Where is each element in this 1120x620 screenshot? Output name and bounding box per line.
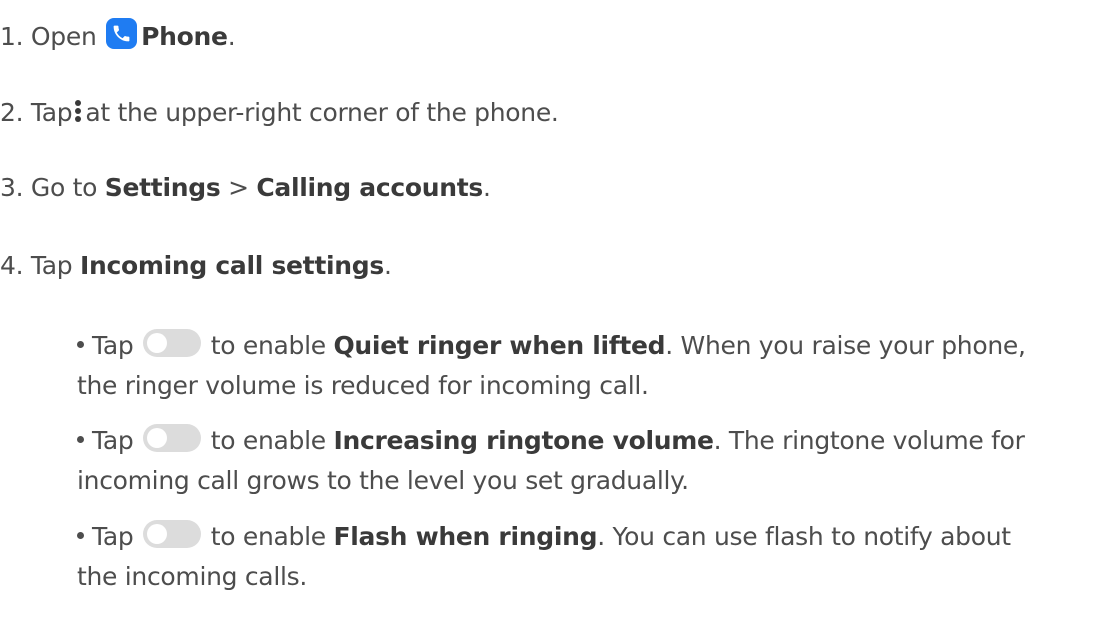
step-1: 1. Open Phone. [0, 18, 236, 53]
step-punct: . [483, 173, 491, 202]
phone-app-icon [106, 18, 138, 49]
bullet-text-rest: . The ringtone volume for [713, 426, 1025, 455]
step-number: 3. [0, 173, 24, 202]
bullet-text-line2: incoming call grows to the level you set… [77, 466, 689, 495]
bullet-text: to enable [210, 331, 326, 360]
step-punct: . [227, 22, 236, 51]
toggle-off-icon [143, 329, 202, 357]
calling-accounts-label: Calling accounts [256, 173, 484, 202]
settings-label: Settings [104, 173, 221, 202]
bullet-text-line2: the ringer volume is reduced for incomin… [77, 371, 649, 400]
bullet-dot [77, 341, 84, 348]
flash-ringing-label: Flash when ringing [333, 522, 598, 551]
bullet-quiet-ringer-cont: the ringer volume is reduced for incomin… [77, 370, 649, 402]
step-2: 2. Tap at the upper-right corner of the p… [0, 96, 559, 129]
bullet-text-rest: . When you raise your phone, [665, 331, 1026, 360]
step-text: Tap [30, 98, 73, 127]
step-number: 1. [0, 22, 24, 51]
step-punct: . [383, 251, 392, 280]
bullet-text: Tap [92, 331, 134, 360]
step-text: Open [30, 22, 97, 51]
more-vertical-icon [73, 96, 83, 126]
quiet-ringer-label: Quiet ringer when lifted [333, 331, 666, 360]
step-number: 2. [0, 98, 24, 127]
step-3: 3. Go to Settings > Calling accounts. [0, 172, 491, 204]
step-number: 4. [0, 251, 24, 280]
bullet-text-rest: . You can use flash to notify about [597, 522, 1011, 551]
bullet-text-line2: the incoming calls. [77, 562, 307, 591]
toggle-off-icon [143, 424, 202, 452]
increasing-ringtone-label: Increasing ringtone volume [333, 426, 714, 455]
bullet-quiet-ringer: Tap to enable Quiet ringer when lifted. … [77, 329, 1026, 362]
toggle-off-icon [143, 520, 202, 548]
bullet-text: Tap [92, 522, 134, 551]
bullet-dot [77, 532, 84, 539]
bullet-increasing-ringtone: Tap to enable Increasing ringtone volume… [77, 424, 1025, 457]
bullet-flash-ringing: Tap to enable Flash when ringing. You ca… [77, 520, 1011, 553]
incoming-call-settings-label: Incoming call settings [80, 251, 384, 280]
step-text: Go to [30, 173, 98, 202]
bullet-text: to enable [210, 426, 326, 455]
phone-app-name: Phone [141, 22, 228, 51]
bullet-dot [77, 436, 84, 443]
bullet-text: to enable [210, 522, 326, 551]
path-separator: > [228, 173, 249, 202]
step-text: Tap [30, 251, 73, 280]
bullet-increasing-ringtone-cont: incoming call grows to the level you set… [77, 465, 689, 497]
bullet-text: Tap [92, 426, 134, 455]
step-4: 4. Tap Incoming call settings. [0, 250, 392, 282]
bullet-flash-ringing-cont: the incoming calls. [77, 561, 307, 593]
step-text-rest: at the upper-right corner of the phone. [85, 98, 559, 127]
